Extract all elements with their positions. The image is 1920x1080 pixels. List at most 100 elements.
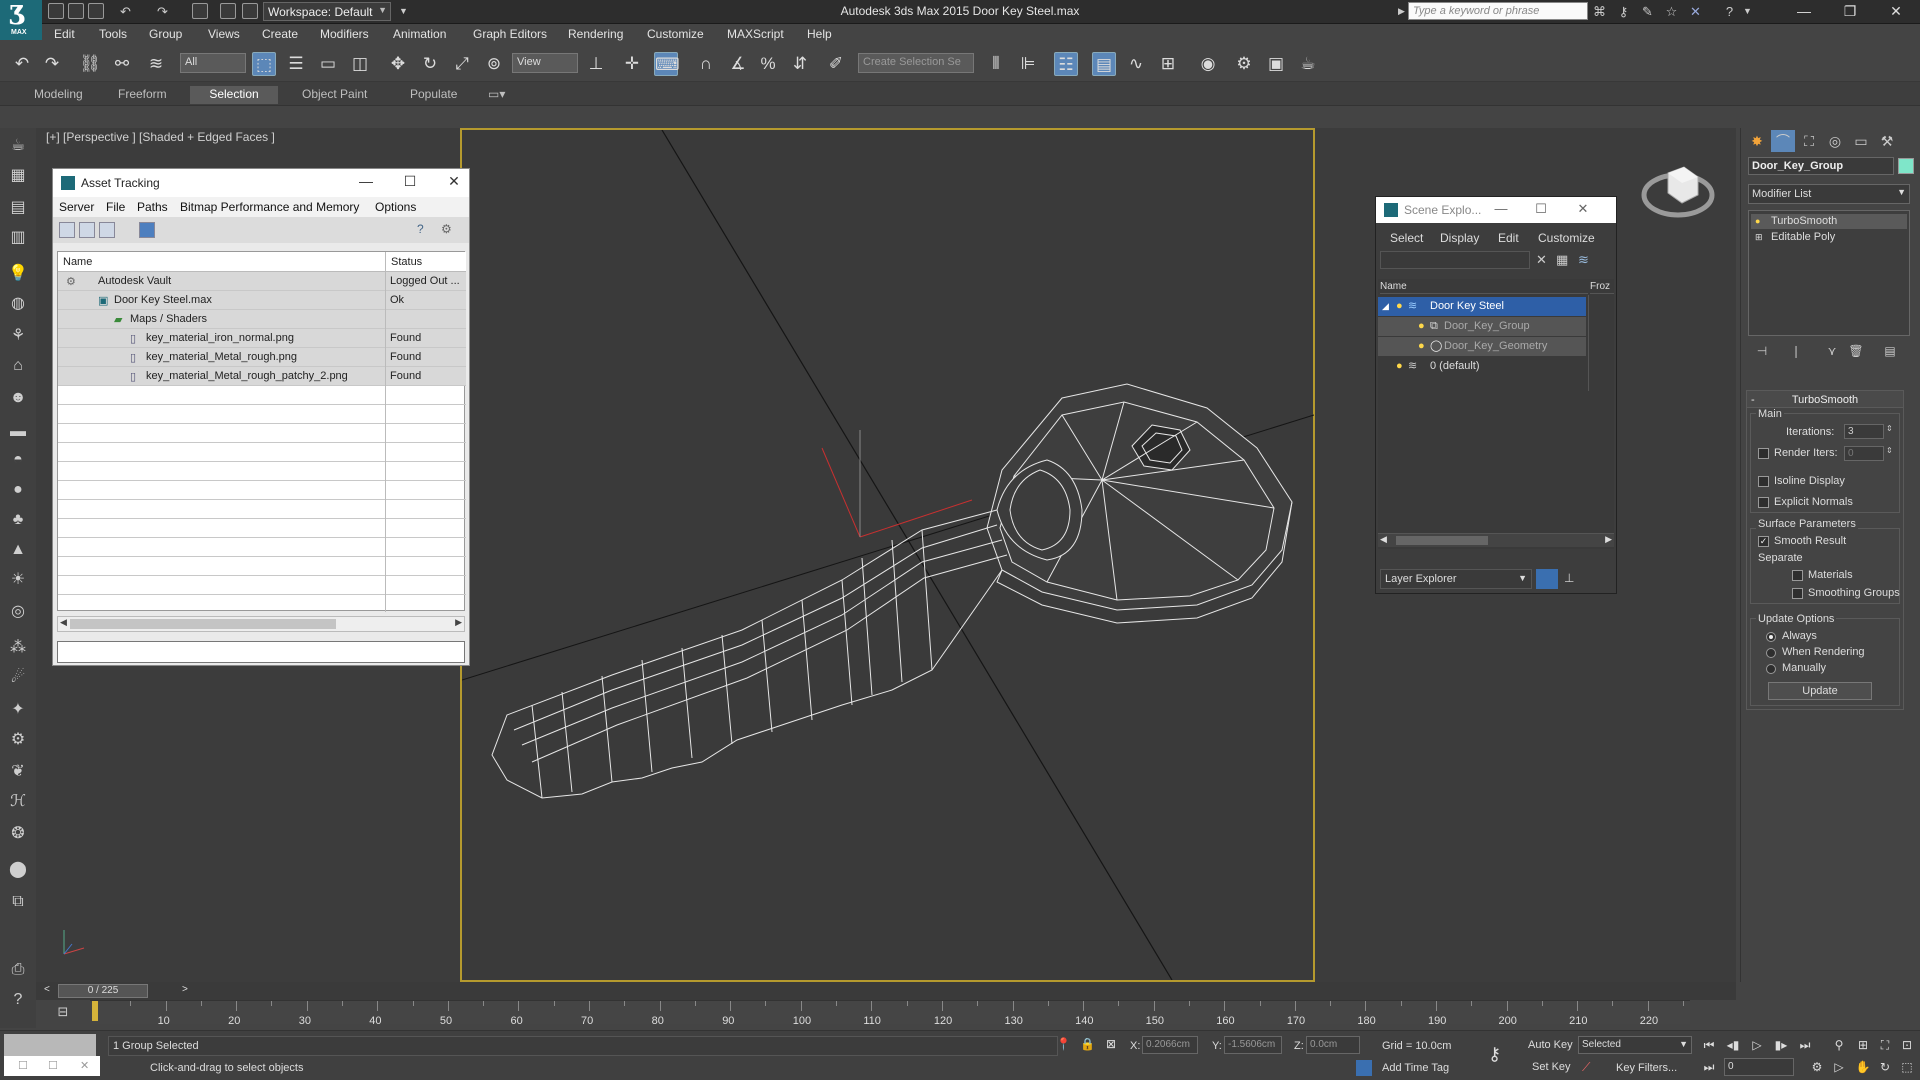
- zoom-all-icon[interactable]: ⊞: [1854, 1036, 1872, 1054]
- asset-tracking-titlebar[interactable]: Asset Tracking — ☐ ✕: [53, 169, 469, 197]
- align-icon[interactable]: ⊫: [1016, 52, 1040, 76]
- scrollbar-thumb[interactable]: [70, 619, 336, 629]
- mini-curve-editor-icon[interactable]: ⊟: [52, 1004, 74, 1022]
- zoom-extents-all-icon[interactable]: ⊡: [1898, 1036, 1916, 1054]
- dynamics-icon[interactable]: ☄: [6, 666, 30, 690]
- plane-icon[interactable]: ▬: [6, 420, 30, 444]
- help-icon[interactable]: ?: [6, 988, 30, 1012]
- zoom-extents-icon[interactable]: ⛶: [1876, 1036, 1894, 1054]
- tab-populate[interactable]: Populate: [400, 86, 467, 104]
- schematic-view-icon[interactable]: ⊞: [1156, 52, 1180, 76]
- unlink-icon[interactable]: ⚯: [110, 52, 134, 76]
- close-button[interactable]: ✕: [439, 173, 469, 193]
- stack-item-editable-poly[interactable]: ⊞ Editable Poly: [1751, 230, 1907, 245]
- help-icon[interactable]: ?: [417, 222, 433, 238]
- close-button[interactable]: ✕: [1568, 201, 1598, 219]
- tree-icon[interactable]: ♣: [6, 508, 30, 532]
- skeleton-icon[interactable]: ✦: [6, 698, 30, 722]
- render-frame-icon[interactable]: ⧉: [6, 890, 30, 914]
- restore-button[interactable]: ❐: [1828, 0, 1872, 24]
- settings-icon[interactable]: ⚙: [441, 222, 457, 238]
- absolute-mode-icon[interactable]: ⊠: [1106, 1037, 1116, 1051]
- window-icon[interactable]: ☐: [18, 1059, 28, 1072]
- viewcube-icon[interactable]: [1640, 155, 1720, 225]
- ribbon-options-icon[interactable]: ▭▾: [478, 86, 515, 104]
- favorites-star-icon[interactable]: ☆: [1664, 4, 1679, 19]
- layer-explorer-icon[interactable]: ☷: [1054, 52, 1078, 76]
- menu-group[interactable]: Group: [149, 27, 182, 41]
- select-scale-icon[interactable]: ⤢: [450, 52, 474, 76]
- bulb-icon[interactable]: ●: [1755, 214, 1760, 229]
- update-always-radio[interactable]: [1766, 632, 1776, 642]
- current-time-marker[interactable]: [92, 1001, 98, 1021]
- render-iters-spinner[interactable]: 0: [1844, 446, 1884, 461]
- teapot-icon[interactable]: ☕: [6, 134, 30, 158]
- tree-row[interactable]: ● ≋ 0 (default): [1378, 357, 1614, 376]
- camera-icon[interactable]: ⌂: [6, 354, 30, 378]
- menu-help[interactable]: Help: [807, 27, 832, 41]
- window-crossing-icon[interactable]: ◫: [348, 52, 372, 76]
- sun-icon[interactable]: ☀: [6, 568, 30, 592]
- snaps-toggle-icon[interactable]: ∩: [694, 52, 718, 76]
- layers-icon[interactable]: ≋: [1578, 252, 1589, 268]
- percent-snap-icon[interactable]: %: [756, 52, 780, 76]
- redo-icon[interactable]: ↷: [40, 52, 64, 76]
- curve-editor-icon[interactable]: ∿: [1124, 52, 1148, 76]
- leaf-icon[interactable]: ❦: [6, 760, 30, 784]
- particles-icon[interactable]: ⁂: [6, 636, 30, 660]
- filter-options-icon[interactable]: ▦: [1556, 252, 1568, 268]
- minimize-button[interactable]: —: [1782, 0, 1826, 24]
- named-selection-sets-dropdown[interactable]: Create Selection Se: [858, 53, 974, 73]
- menu-customize[interactable]: Customize: [647, 27, 704, 41]
- tree-row[interactable]: ● ◯ Door_Key_Geometry: [1378, 337, 1586, 356]
- set-key-button[interactable]: Set Key: [1532, 1061, 1571, 1073]
- menu-views[interactable]: Views: [208, 27, 240, 41]
- render-setup-icon[interactable]: ⚙: [1232, 52, 1256, 76]
- scroll-right-icon[interactable]: ▶: [455, 617, 462, 628]
- expand-left-icon[interactable]: ▶: [1394, 4, 1409, 19]
- rendered-frame-window-icon[interactable]: ▣: [1264, 52, 1288, 76]
- configure-modifier-sets-icon[interactable]: ▤: [1880, 344, 1900, 362]
- door-key-wireframe[interactable]: [491, 383, 1293, 799]
- x-coordinate-field[interactable]: 0.2066cm: [1142, 1036, 1198, 1054]
- table-row[interactable]: ▯ key_material_iron_normal.png Found: [58, 329, 466, 348]
- edit-named-selection-icon[interactable]: ✐: [824, 52, 848, 76]
- zoom-icon[interactable]: ⚲: [1830, 1036, 1848, 1054]
- sphere-shaded-icon[interactable]: ⬤: [6, 858, 30, 882]
- bulb-icon[interactable]: ●: [1396, 297, 1403, 316]
- y-coordinate-field[interactable]: -1.5606cm: [1224, 1036, 1282, 1054]
- maximize-button[interactable]: ☐: [1526, 201, 1556, 219]
- expand-icon[interactable]: ⊞: [1755, 230, 1763, 245]
- object-color-swatch[interactable]: [1898, 158, 1914, 174]
- menu-server[interactable]: Server: [59, 200, 94, 214]
- key-mode-toggle-icon[interactable]: ⏭: [1700, 1058, 1718, 1076]
- field-of-view-icon[interactable]: ▷: [1830, 1058, 1848, 1076]
- spinner-snap-icon[interactable]: ⇵: [788, 52, 812, 76]
- tag-icon[interactable]: [1356, 1060, 1372, 1076]
- hair-icon[interactable]: ℋ: [6, 790, 30, 814]
- fetch-icon[interactable]: [220, 3, 236, 19]
- select-object-icon[interactable]: ⬚: [252, 52, 276, 76]
- column-divider[interactable]: [385, 252, 386, 612]
- menu-tools[interactable]: Tools: [99, 27, 127, 41]
- tree-row[interactable]: ◢ ● ≋ Door Key Steel: [1378, 297, 1586, 316]
- spinner-arrows-icon[interactable]: ⇕: [1886, 424, 1893, 433]
- utilities-tab-icon[interactable]: ⚒: [1875, 130, 1899, 152]
- helper-icon[interactable]: ⚘: [6, 324, 30, 348]
- grid-icon[interactable]: ▤: [6, 196, 30, 220]
- exchange-icon[interactable]: ✕: [1688, 4, 1703, 19]
- table-row[interactable]: ▯ key_material_Metal_rough_patchy_2.png …: [58, 367, 466, 386]
- angle-snap-icon[interactable]: ∡: [726, 52, 750, 76]
- tab-object-paint[interactable]: Object Paint: [292, 86, 377, 104]
- menu-paths[interactable]: Paths: [137, 200, 168, 214]
- refresh-icon[interactable]: [59, 222, 75, 238]
- light-icon[interactable]: 💡: [6, 262, 30, 286]
- menu-graph-editors[interactable]: Graph Editors: [473, 27, 547, 41]
- column-header-frozen[interactable]: Froz: [1590, 279, 1614, 294]
- bulb-icon[interactable]: ●: [1418, 317, 1425, 336]
- rollout-header[interactable]: - TurboSmooth: [1746, 390, 1904, 408]
- show-end-result-icon[interactable]: ❘: [1786, 344, 1806, 362]
- modify-tab-icon[interactable]: ⌒: [1771, 130, 1795, 152]
- update-button[interactable]: Update: [1768, 682, 1872, 700]
- bind-space-warp-icon[interactable]: ≋: [144, 52, 168, 76]
